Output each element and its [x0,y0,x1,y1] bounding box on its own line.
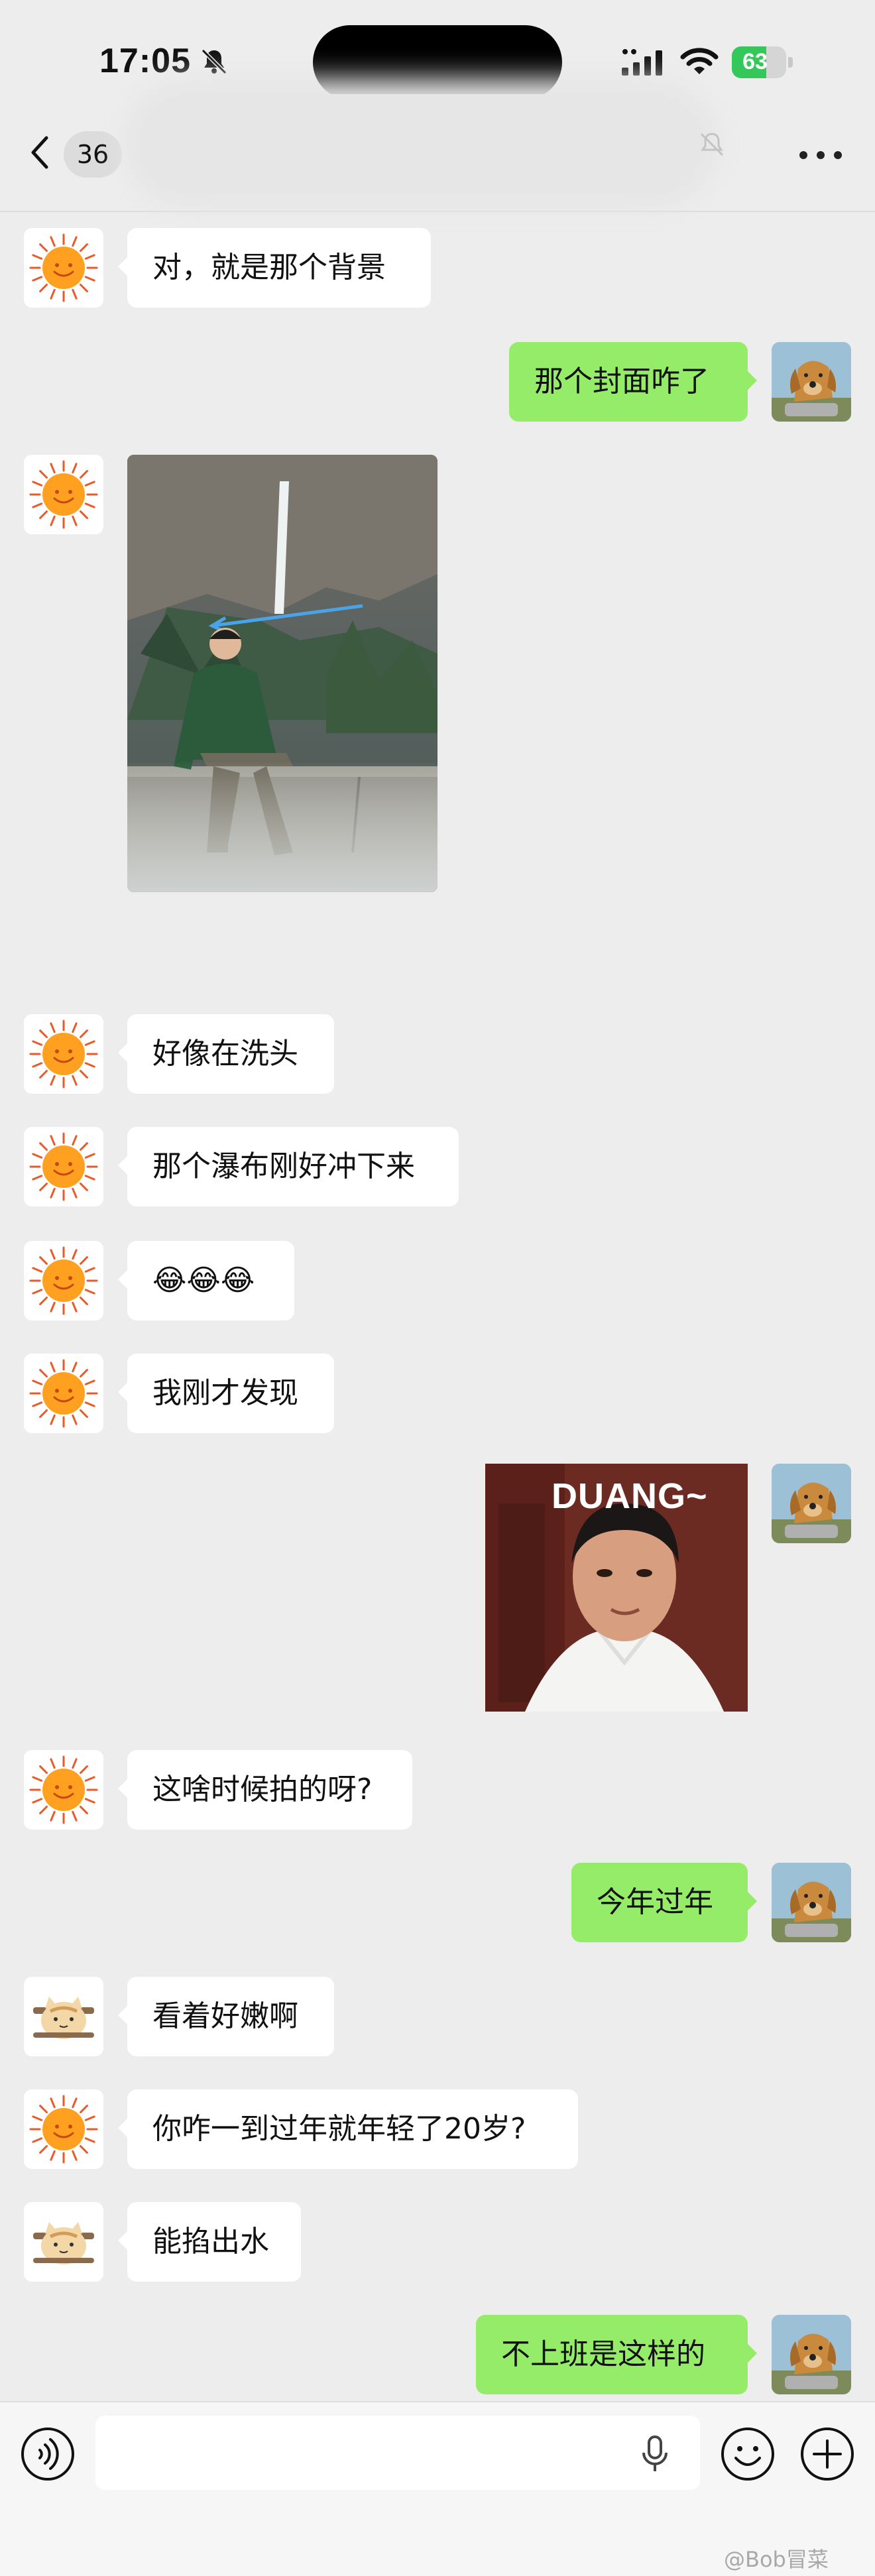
unread-count-badge[interactable]: 36 [64,131,122,178]
microphone-icon[interactable] [640,2434,670,2474]
bell-off-icon [201,48,227,75]
received-message-bubble[interactable]: 那个瀑布刚好冲下来 [118,1127,459,1206]
image-message[interactable] [127,455,438,892]
received-message-bubble[interactable]: 看着好嫩啊 [118,1977,334,2056]
status-time: 17:05 [99,42,191,80]
battery-charging-icon: 63 [732,46,793,78]
my-avatar[interactable] [772,342,851,422]
watermark: @Bob冒菜 [724,2547,829,2572]
received-message-bubble[interactable]: 😂😂😂 [118,1241,294,1320]
contact-avatar[interactable] [24,228,103,308]
contact-avatar[interactable] [24,1750,103,1830]
emoji-icon[interactable] [720,2426,776,2482]
plus-icon[interactable] [799,2426,855,2482]
contact-avatar[interactable] [24,1127,103,1206]
cellular-signal-icon [622,49,662,76]
dynamic-island [313,25,562,99]
contact-avatar[interactable] [24,1241,103,1320]
contact-avatar[interactable] [24,1014,103,1094]
sent-message-bubble[interactable]: 今年过年 [571,1863,757,1942]
received-message-bubble[interactable]: 你咋一到过年就年轻了20岁? [118,2089,578,2169]
chat-title-blurred [139,94,703,194]
more-dots-icon[interactable] [799,150,842,160]
voice-mode-icon[interactable] [20,2426,76,2482]
sticker-caption: DUANG~ [552,1476,708,1516]
received-message-bubble[interactable]: 好像在洗头 [118,1014,334,1094]
message-input[interactable] [95,2416,700,2490]
battery-percent: 63 [742,49,768,74]
my-avatar[interactable] [772,1863,851,1942]
contact-avatar[interactable] [24,2202,103,2282]
wifi-icon [680,48,719,74]
contact-avatar[interactable] [24,2089,103,2169]
contact-avatar[interactable] [24,1354,103,1433]
received-message-bubble[interactable]: 能掐出水 [118,2202,301,2282]
my-avatar[interactable] [772,2315,851,2394]
contact-avatar[interactable] [24,1977,103,2056]
received-message-bubble[interactable]: 对，就是那个背景 [118,228,431,308]
sticker-message[interactable]: DUANG~ [485,1464,748,1712]
received-message-bubble[interactable]: 这啥时候拍的呀? [118,1750,412,1830]
mute-bell-icon [700,133,724,156]
chevron-left-icon[interactable] [27,133,53,172]
sent-message-bubble[interactable]: 不上班是这样的 [476,2315,757,2394]
sent-message-bubble[interactable]: 那个封面咋了 [509,342,757,422]
my-avatar[interactable] [772,1464,851,1543]
contact-avatar[interactable] [24,455,103,534]
received-message-bubble[interactable]: 我刚才发现 [118,1354,334,1433]
